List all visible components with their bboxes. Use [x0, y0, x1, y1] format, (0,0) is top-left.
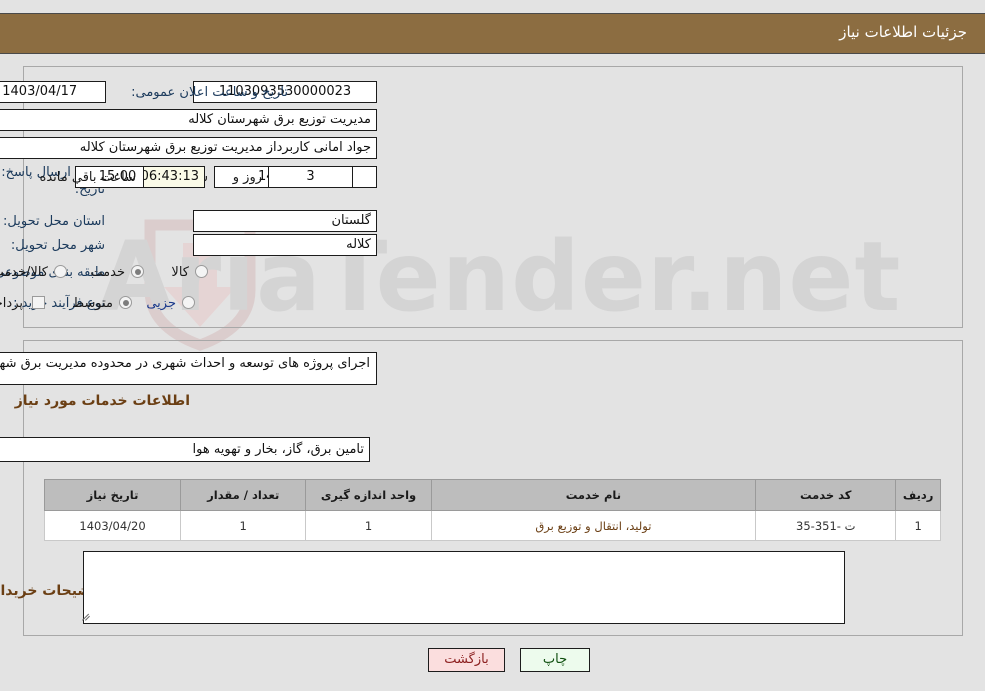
col-row: ردیف: [895, 479, 941, 511]
category-radio-khedmat[interactable]: [131, 265, 144, 278]
process-label-motevaset: متوسط: [72, 296, 113, 311]
remaining-time-label: ساعت باقي مانده: [39, 170, 136, 185]
treasury-bond-text: پرداخت تمام یا بخشی از مبلغ خرید،از محل …: [0, 296, 23, 311]
request-creator-value: جواد امانی کاربرداز مدیریت توزیع برق شهر…: [0, 137, 377, 159]
delivery-city-value: کلاله: [193, 234, 377, 256]
category-label-kala-khedmat: کالا/خدمت: [0, 265, 48, 280]
remaining-days-label: روز و: [232, 170, 262, 185]
process-label-jozii: جزیی: [146, 296, 176, 311]
cell-row: 1: [895, 510, 941, 541]
services-section-heading: اطلاعات خدمات مورد نیاز: [14, 393, 190, 409]
cell-quantity: 1: [180, 510, 307, 541]
need-info-panel: [23, 66, 963, 328]
table-header-row: ردیف کد خدمت نام خدمت واحد اندازه گیری ت…: [43, 479, 941, 511]
delivery-province-value: گلستان: [193, 210, 377, 232]
remaining-time-value: 06:43:13: [143, 166, 205, 188]
general-description-value[interactable]: اجرای پروژه های توسعه و احداث شهری در مح…: [0, 352, 377, 385]
announce-datetime-label: تاریخ و ساعت اعلان عمومی:: [131, 85, 288, 100]
cell-code: ت -351-35: [755, 510, 897, 541]
col-code: کد خدمت: [755, 479, 897, 511]
services-table: ردیف کد خدمت نام خدمت واحد اندازه گیری ت…: [43, 479, 941, 541]
process-radio-motevaset[interactable]: [119, 296, 132, 309]
page-title: جزئیات اطلاعات نیاز: [839, 23, 967, 41]
col-quantity: تعداد / مقدار: [180, 479, 307, 511]
col-date: تاریخ نیاز: [43, 479, 182, 511]
buyer-notes-textarea[interactable]: [83, 551, 845, 624]
remaining-days-value: 3: [268, 166, 353, 188]
category-radio-kala-khedmat[interactable]: [54, 265, 67, 278]
resize-grip-icon-notes[interactable]: [80, 610, 92, 622]
print-button[interactable]: چاپ: [520, 648, 590, 672]
category-label-kala: کالا: [171, 265, 189, 280]
treasury-bond-checkbox[interactable]: [32, 296, 45, 309]
category-label-khedmat: خدمت: [90, 265, 125, 280]
process-radio-jozii[interactable]: [182, 296, 195, 309]
cell-unit: 1: [305, 510, 432, 541]
table-row: 1 ت -351-35 تولید، انتقال و توزیع برق 1 …: [43, 510, 941, 541]
col-unit: واحد اندازه گیری: [305, 479, 432, 511]
announce-datetime-value: 1403/04/17 - 07:40: [0, 81, 106, 103]
window-title-bar: جزئیات اطلاعات نیاز: [0, 13, 985, 54]
delivery-province-label: استان محل تحویل:: [3, 214, 105, 229]
delivery-city-label: شهر محل تحویل:: [10, 238, 105, 253]
col-name: نام خدمت: [430, 479, 757, 511]
page-root: AriaTender.net جزئیات اطلاعات نیاز شماره…: [0, 0, 985, 691]
category-radio-kala[interactable]: [195, 265, 208, 278]
cell-name: تولید، انتقال و توزیع برق: [430, 510, 757, 541]
buyer-org-value: مدیریت توزیع برق شهرستان کلاله: [0, 109, 377, 131]
service-group-value: تامین برق، گاز، بخار و تهویه هوا: [0, 437, 370, 462]
cell-date: 1403/04/20: [43, 510, 182, 541]
back-button[interactable]: بازگشت: [428, 648, 505, 672]
